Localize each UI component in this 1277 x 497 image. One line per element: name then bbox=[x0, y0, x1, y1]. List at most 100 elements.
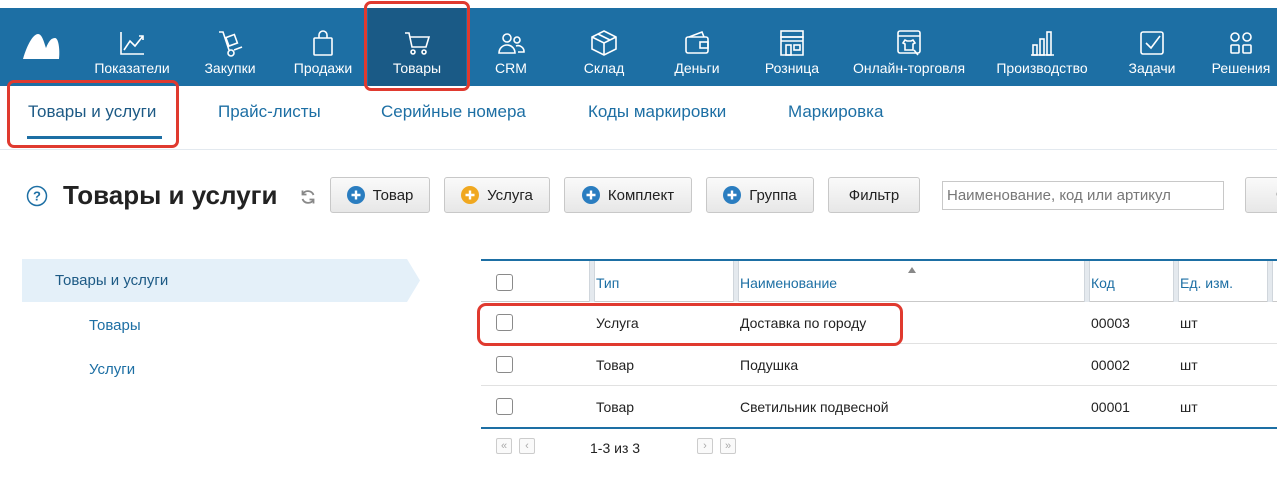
factory-icon bbox=[1031, 31, 1054, 56]
table-header: Тип Наименование Код Ед. изм. bbox=[481, 259, 1277, 302]
subtab-marking-codes[interactable]: Коды маркировки bbox=[588, 102, 726, 122]
plus-circle-blue-icon bbox=[346, 186, 365, 204]
column-header-unit[interactable]: Ед. изм. bbox=[1180, 275, 1233, 291]
column-resize-handle[interactable] bbox=[733, 261, 739, 302]
nav-item-production[interactable]: Производство bbox=[990, 8, 1094, 86]
nav-label: Продажи bbox=[293, 60, 353, 76]
nav-label: Решения bbox=[1211, 60, 1271, 76]
table-row[interactable]: Товар Подушка 00002 шт bbox=[481, 344, 1277, 386]
add-product-button[interactable]: Товар bbox=[330, 177, 430, 213]
table-row[interactable]: Товар Светильник подвесной 00001 шт bbox=[481, 386, 1277, 428]
shopping-bag-icon bbox=[313, 30, 333, 56]
table-bottom-border bbox=[481, 427, 1277, 429]
nav-label: Деньги bbox=[674, 60, 720, 76]
refresh-icon[interactable] bbox=[299, 188, 317, 206]
nav-item-online-trade[interactable]: Онлайн-торговля bbox=[846, 8, 972, 86]
nav-item-retail[interactable]: Розница bbox=[756, 8, 828, 86]
column-header-type[interactable]: Тип bbox=[596, 275, 619, 291]
tree-item-goods[interactable]: Товары bbox=[89, 317, 141, 334]
row-checkbox[interactable] bbox=[496, 398, 513, 415]
cell-name[interactable]: Подушка bbox=[740, 357, 798, 373]
subtab-goods-and-services[interactable]: Товары и услуги bbox=[28, 102, 156, 122]
logo-icon[interactable] bbox=[22, 30, 60, 60]
subtab-serial-numbers[interactable]: Серийные номера bbox=[381, 102, 526, 122]
prev-page-button[interactable]: ‹ bbox=[519, 438, 535, 454]
nav-label: Онлайн-торговля bbox=[852, 60, 966, 76]
nav-item-warehouse[interactable]: Склад bbox=[570, 8, 638, 86]
help-icon[interactable]: ? bbox=[26, 185, 48, 207]
nav-label: Закупки bbox=[204, 60, 256, 76]
store-icon bbox=[780, 30, 804, 56]
column-header-name[interactable]: Наименование bbox=[740, 275, 837, 291]
button-label: Услуга bbox=[487, 186, 533, 204]
cell-unit: шт bbox=[1180, 357, 1198, 373]
subtab-marking[interactable]: Маркировка bbox=[788, 102, 883, 122]
cell-unit: шт bbox=[1180, 399, 1198, 415]
pagination-info: 1-3 из 3 bbox=[590, 440, 641, 456]
nav-item-money[interactable]: Деньги bbox=[662, 8, 732, 86]
cell-code: 00003 bbox=[1091, 315, 1130, 331]
cell-name[interactable]: Светильник подвесной bbox=[740, 399, 889, 415]
nav-label: Склад bbox=[583, 60, 625, 76]
button-label: Фильтр bbox=[848, 186, 900, 204]
active-subtab-underline bbox=[27, 136, 162, 139]
checkbox-icon bbox=[1140, 31, 1164, 55]
nav-label: Розница bbox=[764, 60, 820, 76]
row-checkbox[interactable] bbox=[496, 314, 513, 331]
nav-label: CRM bbox=[495, 60, 527, 76]
nav-item-sales[interactable]: Продажи bbox=[286, 8, 360, 86]
select-all-checkbox[interactable] bbox=[496, 274, 513, 291]
column-header-code[interactable]: Код bbox=[1091, 275, 1115, 291]
column-resize-handle[interactable] bbox=[1084, 261, 1090, 302]
tree-item-label: Товары и услуги bbox=[55, 272, 169, 289]
top-navigation-bar: Показатели Закупки Продажи Товары CRM Ск… bbox=[0, 0, 1277, 86]
first-page-button[interactable]: « bbox=[496, 438, 512, 454]
add-kit-button[interactable]: Комплект bbox=[564, 177, 692, 213]
search-input[interactable] bbox=[942, 181, 1224, 210]
nav-item-goods[interactable]: Товары bbox=[368, 8, 466, 86]
options-button[interactable]: О bbox=[1245, 177, 1277, 213]
svg-text:?: ? bbox=[33, 189, 41, 204]
plus-circle-blue-icon bbox=[723, 186, 742, 204]
cell-type: Товар bbox=[596, 357, 635, 373]
nav-item-solutions[interactable]: Решения bbox=[1205, 8, 1277, 86]
cart-icon bbox=[405, 32, 431, 55]
nav-item-crm[interactable]: CRM bbox=[478, 8, 544, 86]
box-icon bbox=[591, 30, 617, 56]
tree-item-services[interactable]: Услуги bbox=[89, 361, 135, 378]
filter-button[interactable]: Фильтр bbox=[828, 177, 920, 213]
nav-label: Задачи bbox=[1128, 60, 1176, 76]
button-label: Группа bbox=[749, 186, 797, 204]
add-service-button[interactable]: Услуга bbox=[444, 177, 550, 213]
nav-item-indicators[interactable]: Показатели bbox=[88, 8, 176, 86]
sort-ascending-icon bbox=[908, 267, 916, 273]
add-group-button[interactable]: Группа bbox=[706, 177, 814, 213]
nav-item-tasks[interactable]: Задачи bbox=[1118, 8, 1186, 86]
page-title: Товары и услуги bbox=[63, 180, 278, 210]
cell-code: 00002 bbox=[1091, 357, 1130, 373]
wallet-icon bbox=[685, 30, 709, 54]
table-row[interactable]: Услуга Доставка по городу 00003 шт bbox=[481, 302, 1277, 344]
column-resize-handle[interactable] bbox=[589, 261, 595, 302]
online-shop-icon bbox=[897, 30, 921, 56]
next-page-button[interactable]: › bbox=[697, 438, 713, 454]
column-resize-handle[interactable] bbox=[1267, 261, 1273, 302]
top-strip bbox=[0, 0, 1277, 8]
nav-item-purchases[interactable]: Закупки bbox=[196, 8, 264, 86]
row-checkbox[interactable] bbox=[496, 356, 513, 373]
column-resize-handle[interactable] bbox=[1173, 261, 1179, 302]
last-page-button[interactable]: » bbox=[720, 438, 736, 454]
subtab-price-lists[interactable]: Прайс-листы bbox=[218, 102, 321, 122]
cell-code: 00001 bbox=[1091, 399, 1130, 415]
cell-type: Услуга bbox=[596, 315, 639, 331]
cell-name[interactable]: Доставка по городу bbox=[740, 315, 866, 331]
apps-grid-icon bbox=[1230, 32, 1252, 54]
nav-label: Товары bbox=[392, 60, 442, 76]
button-label: Товар bbox=[372, 186, 414, 204]
plus-circle-orange-icon bbox=[461, 186, 480, 204]
nav-label: Показатели bbox=[94, 60, 170, 76]
tree-item-goods-and-services[interactable]: Товары и услуги bbox=[22, 259, 420, 302]
subnav-divider bbox=[0, 149, 1277, 150]
nav-label: Производство bbox=[996, 60, 1088, 76]
hand-truck-icon bbox=[219, 31, 243, 57]
